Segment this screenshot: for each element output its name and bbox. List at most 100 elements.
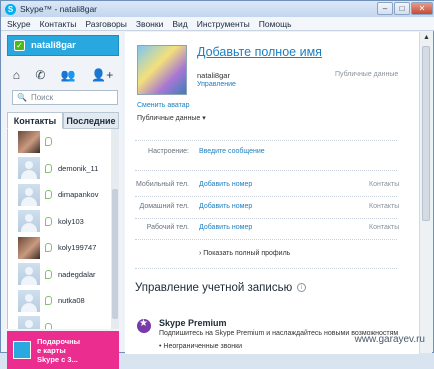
change-avatar-link[interactable]: Сменить аватар (137, 102, 190, 109)
menu-bar: Skype Контакты Разговоры Звонки Вид Инст… (1, 17, 434, 31)
account-title-text: Управление учетной записью (135, 282, 293, 294)
tab-recent[interactable]: Последние (63, 112, 119, 129)
title-bar: S Skype™ - natali8gar – □ ✕ (1, 1, 434, 17)
phone-icon[interactable]: ✆ (35, 68, 45, 82)
divider (135, 196, 397, 197)
list-item[interactable]: koly103 (8, 209, 111, 235)
mobile-phone-label: Мобильный тел. (135, 181, 189, 188)
avatar (18, 130, 40, 153)
menu-view[interactable]: Вид (172, 19, 187, 29)
list-item[interactable]: koly199747 (8, 235, 111, 262)
avatar (18, 263, 40, 286)
avatar (18, 316, 40, 329)
window-title: Skype™ - natali8gar (20, 4, 98, 14)
list-item[interactable]: demonik_11 (8, 156, 111, 182)
skype-window: S Skype™ - natali8gar – □ ✕ Skype Контак… (0, 0, 434, 369)
close-icon[interactable]: ✕ (411, 2, 433, 15)
work-visibility: Контакты (369, 224, 400, 231)
work-phone-label: Рабочий тел. (146, 224, 189, 231)
list-item[interactable]: dimapankov (8, 182, 111, 209)
scroll-up-icon[interactable]: ▲ (423, 34, 430, 41)
avatar (18, 183, 40, 206)
offline-status-icon (45, 322, 52, 329)
search-input[interactable]: 🔍 Поиск (12, 90, 118, 105)
scroll-thumb[interactable] (422, 46, 430, 221)
mood-label: Настроение: (148, 148, 189, 155)
gift-card-ad[interactable]: Подарочны е карты Skype с 3... (7, 331, 119, 369)
offline-status-icon (45, 163, 52, 173)
contact-name: koly103 (58, 216, 84, 226)
online-status-icon: ✓ (14, 40, 25, 51)
home-visibility: Контакты (369, 203, 400, 210)
profile-panel: Добавьте полное имя natali8gar Публичные… (125, 32, 419, 354)
ad-line-3: Skype с 3... (37, 354, 78, 364)
offline-status-icon (45, 243, 52, 253)
minimize-icon[interactable]: – (377, 2, 393, 15)
contact-scrollbar[interactable] (111, 129, 119, 329)
premium-bullet: • Неограниченные звонки (159, 343, 243, 350)
profile-avatar[interactable] (137, 45, 187, 95)
add-work-number-link[interactable]: Добавить номер (199, 224, 252, 231)
divider (135, 268, 397, 269)
main-scrollbar[interactable]: ▲ (419, 32, 432, 353)
window-controls: – □ ✕ (377, 2, 433, 15)
avatar (18, 157, 40, 180)
maximize-icon[interactable]: □ (394, 2, 410, 15)
menu-contacts[interactable]: Контакты (40, 19, 77, 29)
public-data-dropdown[interactable]: Публичные данные ▾ (137, 114, 206, 122)
offline-status-icon (45, 296, 52, 306)
mobile-visibility: Контакты (369, 181, 400, 188)
show-full-profile-link[interactable]: › Показать полный профиль (199, 250, 290, 257)
contact-name: nutka08 (58, 296, 85, 306)
menu-conversations[interactable]: Разговоры (85, 19, 127, 29)
ad-text: Подарочны е карты Skype с 3... (37, 337, 80, 364)
offline-status-icon (45, 216, 52, 226)
menu-skype[interactable]: Skype (7, 19, 31, 29)
profile-username: natali8gar (197, 71, 230, 80)
scroll-thumb[interactable] (112, 189, 118, 319)
add-full-name-link[interactable]: Добавьте полное имя (197, 45, 322, 59)
user-name: natali8gar (31, 40, 76, 51)
home-phone-label: Домашний тел. (139, 203, 189, 210)
user-status-bar[interactable]: ✓ natali8gar (7, 35, 119, 56)
list-item[interactable]: nutka08 (8, 288, 111, 315)
offline-status-icon (45, 190, 52, 200)
divider (135, 218, 397, 219)
watermark: www.garayev.ru (354, 334, 425, 345)
contact-name: demonik_11 (58, 163, 99, 173)
group-icon[interactable]: 👥 (61, 68, 76, 82)
nav-icons: ⌂ ✆ 👥 👤+ (5, 66, 121, 84)
avatar (18, 236, 40, 259)
divider (135, 140, 397, 141)
premium-title: Skype Premium (159, 318, 227, 328)
divider (135, 239, 397, 240)
gift-card-icon (13, 341, 31, 359)
mood-input-link[interactable]: Введите сообщение (199, 148, 265, 155)
menu-calls[interactable]: Звонки (136, 19, 163, 29)
contact-name: nadegdalar (58, 269, 96, 279)
tab-contacts[interactable]: Контакты (7, 112, 63, 129)
sidebar: ✓ natali8gar ⌂ ✆ 👥 👤+ 🔍 Поиск Контакты П… (5, 32, 121, 369)
public-data-label: Публичные данные (335, 71, 399, 78)
menu-help[interactable]: Помощь (259, 19, 292, 29)
contact-name: dimapankov (58, 190, 99, 200)
divider (135, 170, 397, 171)
manage-link[interactable]: Управление (197, 81, 236, 88)
offline-status-icon (45, 137, 52, 147)
search-placeholder: Поиск (30, 93, 54, 102)
info-icon[interactable]: i (297, 283, 307, 293)
add-contact-icon[interactable]: 👤+ (91, 68, 113, 82)
offline-status-icon (45, 269, 52, 279)
list-item[interactable]: nadegdalar (8, 262, 111, 288)
contact-tabs: Контакты Последние (7, 112, 119, 129)
add-mobile-number-link[interactable]: Добавить номер (199, 181, 252, 188)
avatar (18, 289, 40, 312)
menu-tools[interactable]: Инструменты (197, 19, 250, 29)
contact-name: koly199747 (58, 243, 97, 253)
list-item[interactable] (8, 315, 111, 329)
list-item[interactable] (8, 129, 111, 156)
skype-logo-icon: S (5, 3, 16, 15)
premium-star-icon (137, 318, 151, 333)
home-icon[interactable]: ⌂ (13, 68, 20, 82)
add-home-number-link[interactable]: Добавить номер (199, 203, 252, 210)
